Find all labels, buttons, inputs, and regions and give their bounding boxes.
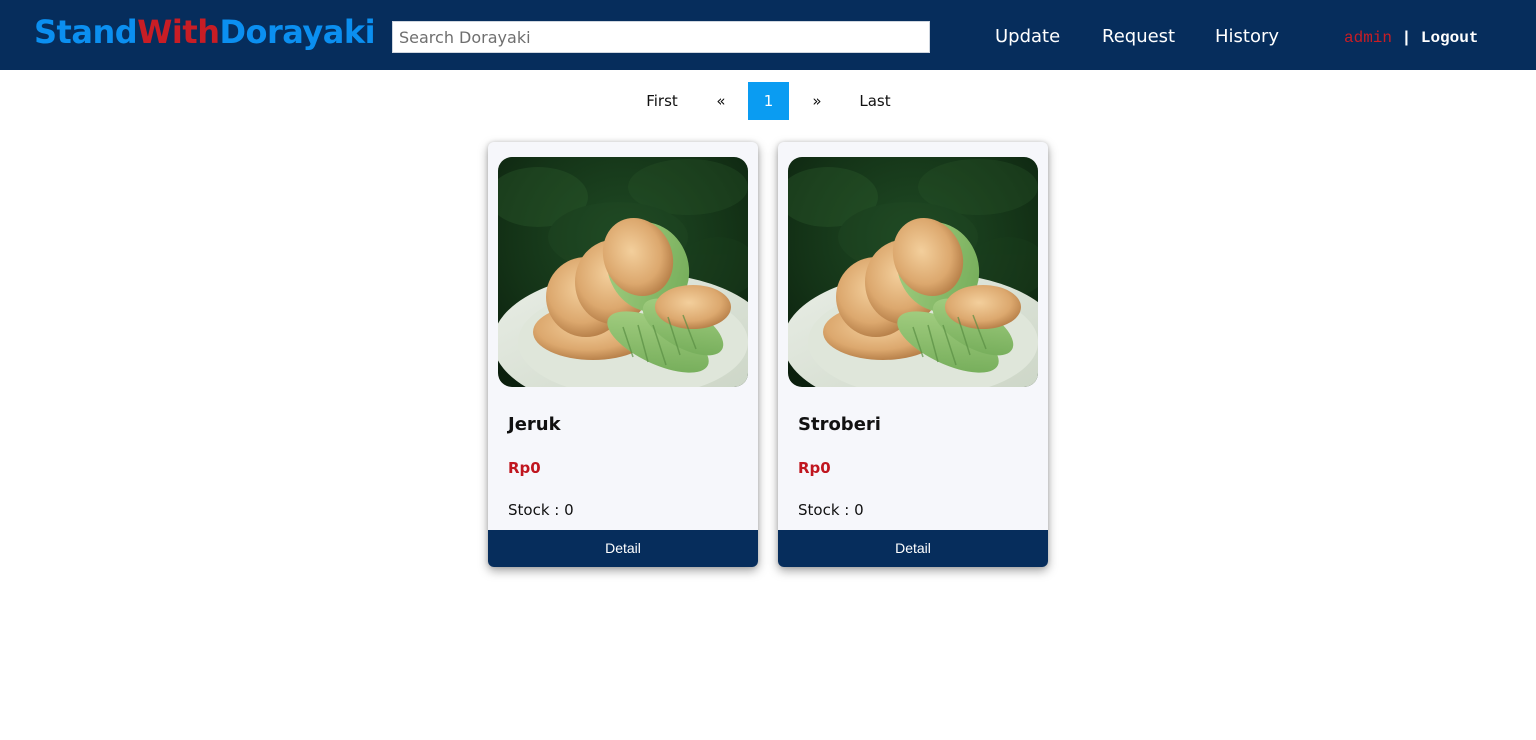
product-price: Rp0 bbox=[508, 459, 541, 477]
dorayaki-photo bbox=[498, 157, 748, 387]
user-area: admin | Logout bbox=[1344, 28, 1478, 48]
logo-part-with: With bbox=[137, 13, 220, 51]
detail-button[interactable]: Detail bbox=[778, 530, 1048, 567]
product-price: Rp0 bbox=[798, 459, 831, 477]
product-card: Jeruk Rp0 Stock : 0 Detail bbox=[488, 142, 758, 567]
pagination-next[interactable]: » bbox=[802, 82, 832, 120]
nav-link-update[interactable]: Update bbox=[995, 25, 1060, 49]
product-image bbox=[788, 157, 1038, 387]
dorayaki-photo bbox=[788, 157, 1038, 387]
detail-button[interactable]: Detail bbox=[488, 530, 758, 567]
pagination-first[interactable]: First bbox=[640, 82, 684, 120]
logout-link[interactable]: Logout bbox=[1421, 29, 1479, 47]
pagination-last[interactable]: Last bbox=[853, 82, 897, 120]
site-logo[interactable]: StandWithDorayaki bbox=[34, 10, 376, 54]
nav-link-request[interactable]: Request bbox=[1102, 25, 1175, 49]
logo-part-dorayaki: Dorayaki bbox=[219, 13, 376, 51]
search-input[interactable] bbox=[392, 21, 930, 53]
logo-part-stand: Stand bbox=[34, 13, 138, 51]
user-separator: | bbox=[1401, 29, 1412, 47]
product-name: Stroberi bbox=[798, 414, 881, 435]
product-stock: Stock : 0 bbox=[798, 501, 864, 519]
username-label: admin bbox=[1344, 29, 1393, 47]
nav-link-history[interactable]: History bbox=[1215, 25, 1279, 49]
product-name: Jeruk bbox=[508, 414, 561, 435]
product-image bbox=[498, 157, 748, 387]
pagination-prev[interactable]: « bbox=[706, 82, 736, 120]
product-card: Stroberi Rp0 Stock : 0 Detail bbox=[778, 142, 1048, 567]
pagination-page-1[interactable]: 1 bbox=[748, 82, 789, 120]
pagination: First « 1 » Last bbox=[0, 82, 1536, 120]
product-stock: Stock : 0 bbox=[508, 501, 574, 519]
top-navbar: StandWithDorayaki Update Request History… bbox=[0, 0, 1536, 70]
